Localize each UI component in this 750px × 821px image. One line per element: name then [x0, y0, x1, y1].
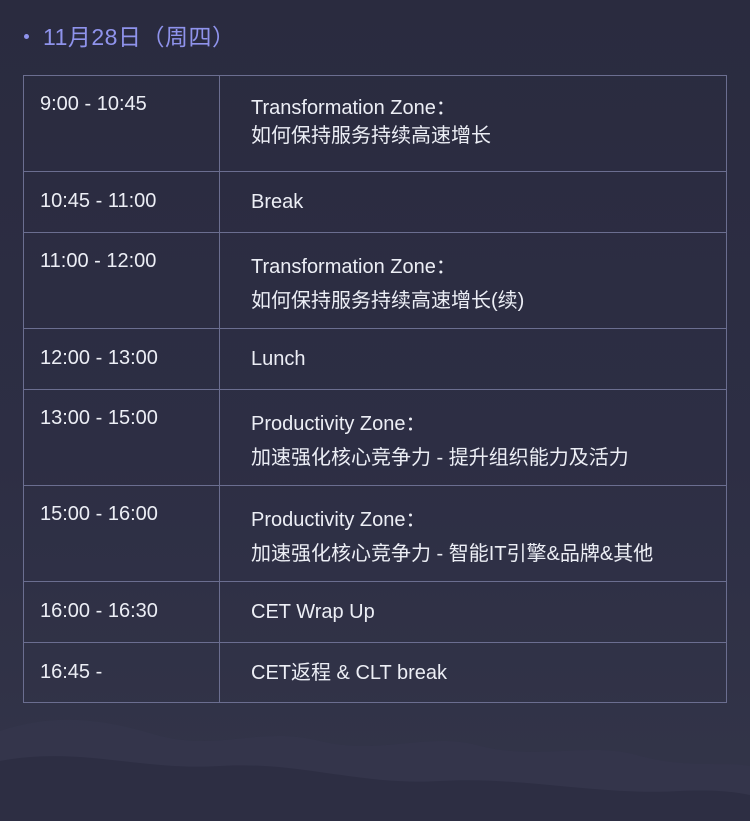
event-subtitle: 如何保持服务持续高速增长: [251, 125, 491, 147]
time-cell: 16:45 -: [24, 643, 220, 702]
event-cell: Transformation Zone： 如何保持服务持续高速增长(续): [220, 233, 726, 328]
time-cell: 11:00 - 12:00: [24, 233, 220, 328]
event-title: Transformation Zone：: [251, 256, 456, 278]
event-title: Productivity Zone：: [251, 413, 426, 435]
schedule-row: 16:00 - 16:30 CET Wrap Up: [24, 582, 726, 643]
schedule-table: 9:00 - 10:45 Transformation Zone： 如何保持服务…: [23, 75, 727, 703]
schedule-row: 12:00 - 13:00 Lunch: [24, 329, 726, 390]
event-cell: Productivity Zone： 加速强化核心竞争力 - 提升组织能力及活力: [220, 390, 726, 485]
event-cell: Transformation Zone： 如何保持服务持续高速增长: [220, 76, 726, 171]
event-cell: CET返程 & CLT break: [220, 643, 726, 702]
event-cell: Productivity Zone： 加速强化核心竞争力 - 智能IT引擎&品牌…: [220, 486, 726, 581]
time-cell: 15:00 - 16:00: [24, 486, 220, 581]
schedule-date-header: 11月28日（周四）: [24, 18, 235, 52]
time-cell: 12:00 - 13:00: [24, 329, 220, 389]
mountain-background: [0, 719, 750, 821]
schedule-row: 13:00 - 15:00 Productivity Zone： 加速强化核心竞…: [24, 390, 726, 486]
schedule-row: 15:00 - 16:00 Productivity Zone： 加速强化核心竞…: [24, 486, 726, 582]
event-title: CET返程 & CLT break: [251, 662, 447, 684]
event-subtitle: 如何保持服务持续高速增长(续): [251, 290, 525, 312]
time-cell: 10:45 - 11:00: [24, 172, 220, 232]
event-subtitle: 加速强化核心竞争力 - 智能IT引擎&品牌&其他: [251, 543, 654, 565]
event-subtitle: 加速强化核心竞争力 - 提升组织能力及活力: [251, 447, 629, 469]
schedule-row: 10:45 - 11:00 Break: [24, 172, 726, 233]
event-title: Break: [251, 191, 304, 213]
event-cell: Break: [220, 172, 726, 232]
event-title: Productivity Zone：: [251, 509, 426, 531]
event-cell: Lunch: [220, 329, 726, 389]
time-cell: 13:00 - 15:00: [24, 390, 220, 485]
schedule-row: 16:45 - CET返程 & CLT break: [24, 643, 726, 702]
schedule-row: 11:00 - 12:00 Transformation Zone： 如何保持服…: [24, 233, 726, 329]
bullet-dot-icon: [24, 33, 29, 39]
event-cell: CET Wrap Up: [220, 582, 726, 642]
event-title: Transformation Zone：: [251, 97, 456, 119]
schedule-row: 9:00 - 10:45 Transformation Zone： 如何保持服务…: [24, 76, 726, 172]
time-cell: 16:00 - 16:30: [24, 582, 220, 642]
event-title: CET Wrap Up: [251, 601, 375, 623]
time-cell: 9:00 - 10:45: [24, 76, 220, 171]
date-title: 11月28日（周四）: [43, 24, 236, 50]
event-title: Lunch: [251, 348, 306, 370]
